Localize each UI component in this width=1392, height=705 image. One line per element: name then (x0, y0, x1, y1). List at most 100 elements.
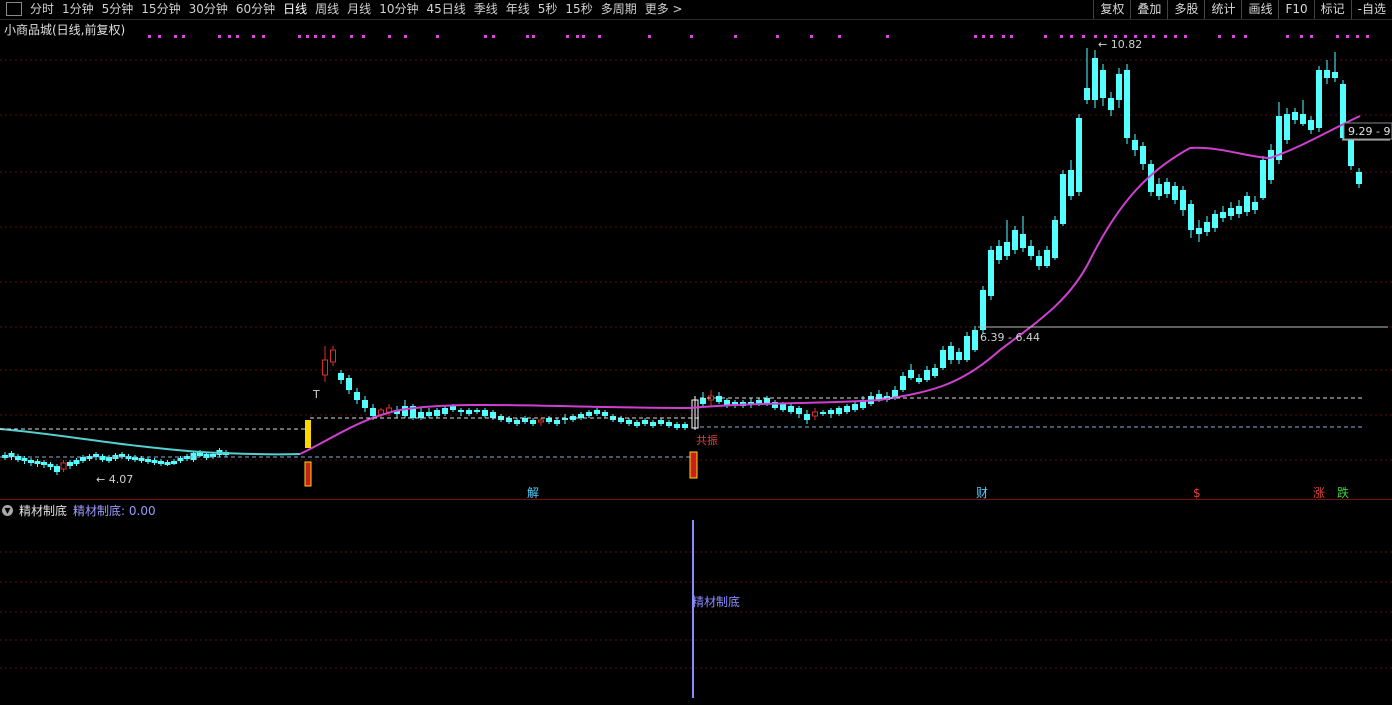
candlestick (522, 416, 528, 424)
candle-body (1116, 74, 1122, 100)
candlestick (674, 422, 680, 430)
candlestick (1220, 206, 1226, 222)
candle-body (330, 349, 336, 363)
candle-body (1068, 170, 1074, 196)
candlestick (1108, 92, 1114, 116)
signal-dot (404, 35, 407, 38)
candle-body (1252, 202, 1258, 210)
tool-button[interactable]: 标记 (1313, 0, 1351, 19)
tool-button[interactable]: -自选 (1350, 0, 1392, 19)
signal-dot (1144, 35, 1147, 38)
candle-body (434, 410, 440, 416)
candlestick (362, 396, 368, 412)
signal-dot (776, 35, 779, 38)
candlestick (158, 459, 164, 466)
candle-body (940, 350, 946, 368)
tool-button[interactable]: 统计 (1204, 0, 1241, 19)
candlestick (964, 332, 970, 362)
candle-body (1164, 182, 1170, 194)
candle-body (1044, 250, 1050, 266)
period-tab[interactable]: 月线 (343, 0, 375, 19)
candle-body (716, 396, 722, 402)
candlestick (1084, 48, 1090, 104)
candle-body (106, 457, 112, 461)
candlestick (60, 460, 67, 472)
signal-dot (1286, 35, 1289, 38)
candle-body (151, 460, 158, 463)
period-tab[interactable]: 60分钟 (232, 0, 279, 19)
signal-dot (838, 35, 841, 38)
candle-body (530, 420, 536, 424)
candle-body (490, 412, 496, 418)
collapse-icon[interactable]: ▼ (2, 505, 13, 516)
signal-dot (648, 35, 651, 38)
candlestick (626, 418, 632, 426)
window-icon[interactable] (6, 1, 22, 16)
period-tab[interactable]: 年线 (502, 0, 534, 19)
candlestick (132, 455, 138, 462)
signal-dot (262, 35, 265, 38)
candlestick-chart[interactable]: ← 4.07 ← 10.82 6.39 - 6.44 9.29 - 9 共振 T 解 财 $ 涨跌 (0, 20, 1392, 499)
period-tab[interactable]: 5秒 (534, 0, 562, 19)
candle-body (138, 458, 145, 461)
period-tab[interactable]: 30分钟 (185, 0, 232, 19)
period-tab[interactable]: 多周期 (597, 0, 641, 19)
period-tab[interactable]: 1分钟 (58, 0, 98, 19)
candlestick (330, 346, 336, 366)
candle-body (474, 410, 480, 412)
candlestick (884, 392, 890, 402)
tool-button[interactable]: F10 (1278, 0, 1313, 19)
period-tab[interactable]: 5分钟 (98, 0, 138, 19)
tool-button[interactable]: 画线 (1241, 0, 1278, 19)
indicator-chart[interactable]: 精材制底 (0, 516, 1392, 705)
candlestick (1092, 50, 1098, 108)
candle-body (1332, 72, 1338, 78)
candle-body (1132, 140, 1138, 150)
period-tab[interactable]: 分时 (26, 0, 58, 19)
candlestick (1236, 200, 1242, 218)
signal-dot (314, 35, 317, 38)
candle-body (1076, 118, 1082, 192)
candle-body (338, 373, 344, 380)
period-tab[interactable]: 15秒 (561, 0, 596, 19)
candlestick (1212, 210, 1218, 232)
candle-body (1212, 214, 1218, 228)
candlestick (1316, 66, 1322, 132)
candlestick (54, 464, 60, 475)
candle-body (402, 406, 408, 416)
period-tab[interactable]: 更多 > (641, 0, 687, 19)
signal-dot (886, 35, 889, 38)
candle-body (844, 406, 850, 412)
candle-body (916, 378, 922, 382)
candle-body (73, 460, 80, 464)
candlestick (1252, 196, 1258, 214)
signal-dot (1184, 35, 1187, 38)
signal-bar (689, 451, 698, 479)
candlestick (852, 402, 858, 412)
candlestick (1156, 178, 1162, 200)
candlestick (948, 342, 954, 364)
tool-button[interactable]: 复权 (1093, 0, 1130, 19)
candlestick (93, 452, 99, 460)
t-marker: T (312, 388, 320, 401)
period-tab[interactable]: 日线 (279, 0, 311, 19)
candlestick (691, 396, 699, 430)
period-tab[interactable]: 季线 (470, 0, 502, 19)
candlestick (386, 404, 392, 416)
candle-body (60, 462, 67, 470)
candle-body (177, 458, 184, 461)
candle-body (700, 398, 706, 404)
candle-body (796, 408, 802, 414)
period-tab[interactable]: 10分钟 (375, 0, 422, 19)
period-tab[interactable]: 15分钟 (137, 0, 184, 19)
candlestick (1044, 246, 1050, 268)
period-tab[interactable]: 45日线 (422, 0, 469, 19)
signal-bar (305, 420, 311, 448)
period-tab[interactable]: 周线 (311, 0, 343, 19)
candle-body (666, 422, 672, 426)
candlestick (748, 398, 754, 408)
candle-body (804, 414, 810, 420)
candle-body (322, 359, 328, 376)
tool-button[interactable]: 多股 (1167, 0, 1204, 19)
tool-button[interactable]: 叠加 (1130, 0, 1167, 19)
